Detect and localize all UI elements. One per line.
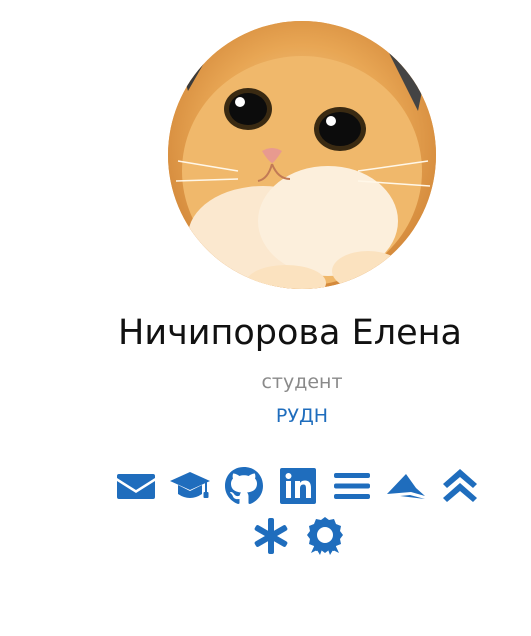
double-chevron-up-icon (443, 469, 477, 502)
social-links-row-1 (0, 466, 531, 506)
profile-role: студент (261, 371, 343, 393)
profile-organization-link[interactable]: РУДН (0, 404, 531, 428)
asterisk-link[interactable] (250, 516, 292, 556)
envelope-icon (117, 474, 155, 499)
profile-name: Ничипорова Елена (118, 313, 462, 353)
cat-photo (168, 21, 436, 289)
asterisk-icon (254, 518, 288, 554)
email-link[interactable] (115, 466, 157, 506)
scholar-link[interactable] (169, 466, 211, 506)
list-link[interactable] (331, 466, 373, 506)
social-links-row-2 (0, 516, 531, 556)
profile-card: Ничипорова Елена студент РУДН (0, 0, 531, 636)
github-icon (225, 467, 263, 504)
paper-plane-icon (387, 474, 425, 499)
github-link[interactable] (223, 466, 265, 506)
list-icon (334, 473, 370, 499)
linkedin-link[interactable] (277, 466, 319, 506)
graduation-cap-icon (170, 472, 210, 498)
double-chevron-link[interactable] (439, 466, 481, 506)
social-links (0, 466, 531, 566)
award-link[interactable] (304, 516, 346, 556)
avatar (168, 21, 436, 289)
linkedin-icon (280, 468, 316, 504)
award-icon (307, 517, 343, 555)
paper-plane-link[interactable] (385, 466, 427, 506)
